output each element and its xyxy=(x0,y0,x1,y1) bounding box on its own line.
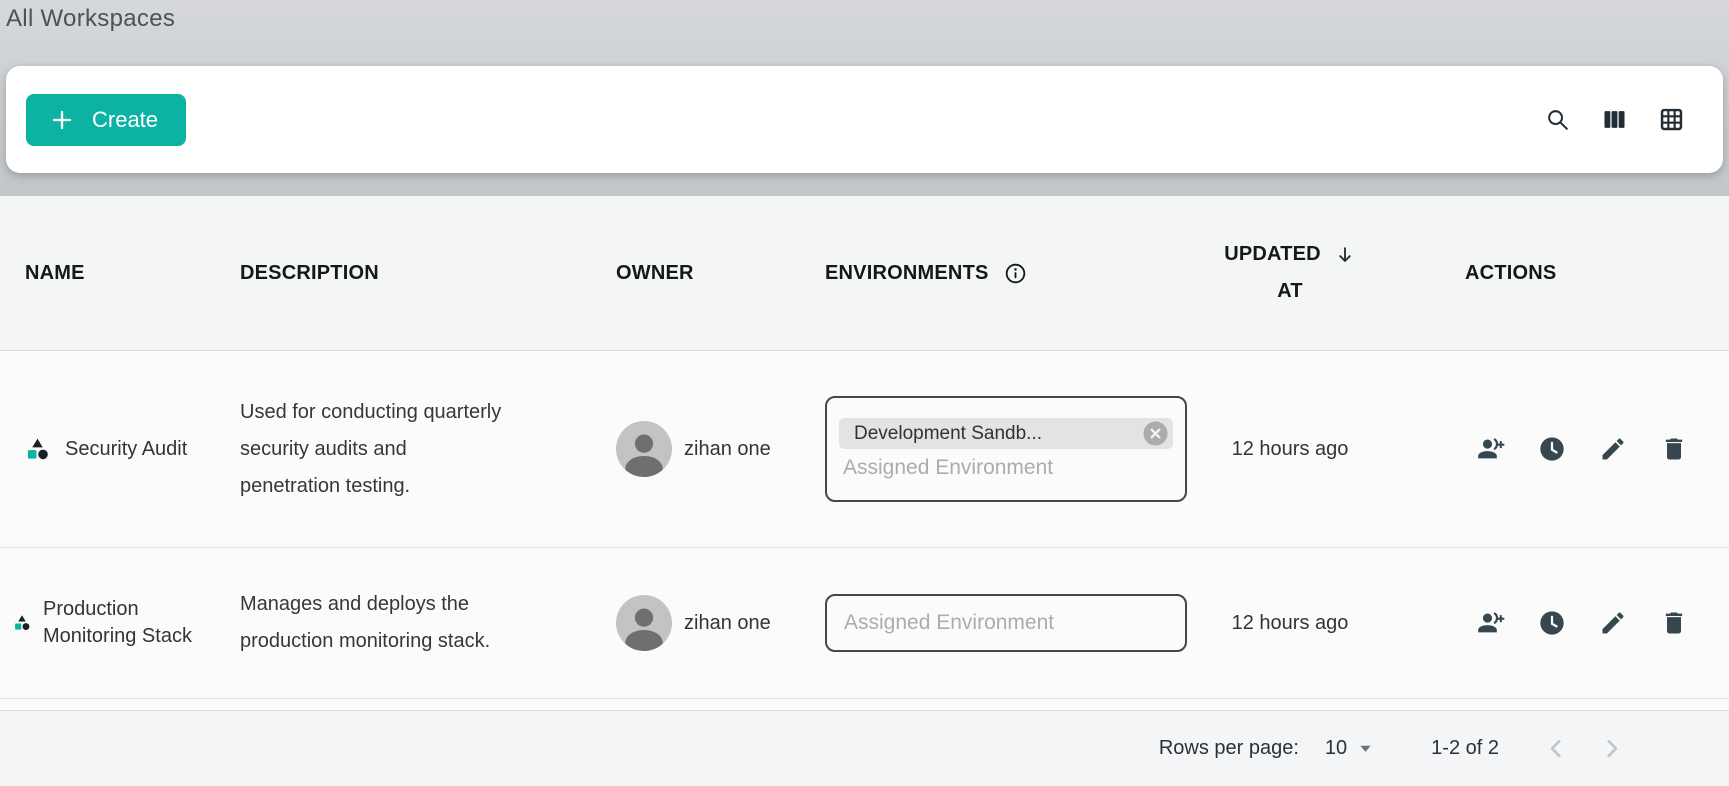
header-updated-at[interactable]: UPDATED AT xyxy=(1210,243,1370,303)
table-bottom-spacer xyxy=(0,699,1729,710)
table-header-row: NAME DESCRIPTION OWNER ENVIRONMENTS UPDA… xyxy=(0,196,1729,351)
history-icon[interactable] xyxy=(1538,435,1566,463)
environment-placeholder: Assigned Environment xyxy=(839,611,1173,635)
rows-per-page-value: 10 xyxy=(1325,737,1347,760)
header-description: DESCRIPTION xyxy=(238,262,598,285)
table-row: Security Audit Used for conducting quart… xyxy=(0,351,1729,548)
toolbar-card: Create xyxy=(6,66,1723,173)
plus-icon xyxy=(50,108,74,132)
assigned-environment-select[interactable]: Development Sandb... Assigned Environmen… xyxy=(825,396,1187,502)
create-button[interactable]: Create xyxy=(26,94,186,146)
top-bar: All Workspaces Create xyxy=(0,0,1729,196)
header-environments-label: ENVIRONMENTS xyxy=(825,262,989,285)
search-icon[interactable] xyxy=(1544,106,1571,133)
environment-placeholder: Assigned Environment xyxy=(839,456,1173,480)
pagination-range: 1-2 of 2 xyxy=(1431,737,1499,760)
delete-icon[interactable] xyxy=(1660,435,1688,463)
updated-at-value: 12 hours ago xyxy=(1232,612,1349,635)
sort-descending-icon xyxy=(1334,244,1356,266)
rows-per-page-label: Rows per page: xyxy=(1159,737,1299,760)
updated-at-value: 12 hours ago xyxy=(1232,438,1349,461)
workspaces-page: All Workspaces Create xyxy=(0,0,1729,786)
grid-view-icon[interactable] xyxy=(1658,106,1685,133)
chip-remove-icon[interactable] xyxy=(1143,421,1168,446)
workspace-description: Used for conducting quarterly security a… xyxy=(240,394,512,505)
info-icon[interactable] xyxy=(1004,262,1027,285)
workspace-category-icon xyxy=(25,437,50,462)
header-updated-line1: UPDATED xyxy=(1224,243,1321,266)
page-title: All Workspaces xyxy=(0,0,1729,33)
add-user-icon[interactable] xyxy=(1477,609,1505,637)
environment-chip: Development Sandb... xyxy=(839,418,1173,449)
pagination-bar: Rows per page: 10 1-2 of 2 xyxy=(0,710,1729,786)
workspace-name: Production Monitoring Stack xyxy=(43,596,215,650)
next-page-icon[interactable] xyxy=(1598,735,1625,762)
environment-chip-label: Development Sandb... xyxy=(854,423,1042,445)
owner-name: zihan one xyxy=(684,612,771,635)
toolbar-view-controls xyxy=(1544,106,1685,133)
workspace-name: Security Audit xyxy=(65,436,187,463)
header-actions: ACTIONS xyxy=(1370,262,1729,285)
delete-icon[interactable] xyxy=(1660,609,1688,637)
rows-per-page-select[interactable]: 10 xyxy=(1325,737,1373,760)
header-owner: OWNER xyxy=(598,262,820,285)
header-name: NAME xyxy=(0,262,238,285)
history-icon[interactable] xyxy=(1538,609,1566,637)
chevron-down-icon xyxy=(1358,741,1373,756)
edit-icon[interactable] xyxy=(1599,435,1627,463)
owner-avatar xyxy=(616,595,672,651)
workspace-category-icon xyxy=(13,614,31,632)
owner-name: zihan one xyxy=(684,438,771,461)
create-button-label: Create xyxy=(92,107,158,133)
previous-page-icon[interactable] xyxy=(1543,735,1570,762)
assigned-environment-select[interactable]: Assigned Environment xyxy=(825,594,1187,652)
table-row: Production Monitoring Stack Manages and … xyxy=(0,548,1729,699)
edit-icon[interactable] xyxy=(1599,609,1627,637)
view-columns-icon[interactable] xyxy=(1601,106,1628,133)
add-user-icon[interactable] xyxy=(1477,435,1505,463)
owner-avatar xyxy=(616,421,672,477)
workspaces-table: NAME DESCRIPTION OWNER ENVIRONMENTS UPDA… xyxy=(0,196,1729,786)
header-updated-line2: AT xyxy=(1277,280,1303,303)
header-environments: ENVIRONMENTS xyxy=(820,262,1210,285)
workspace-description: Manages and deploys the production monit… xyxy=(240,586,512,660)
